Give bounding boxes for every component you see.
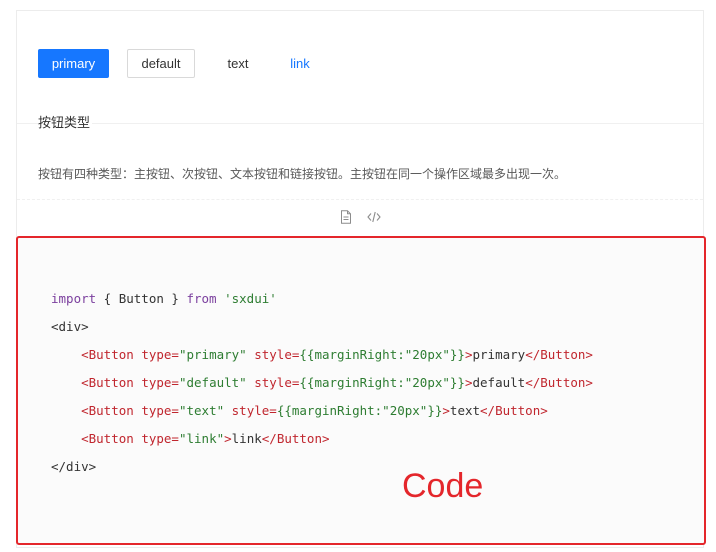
- code-token: >: [464, 375, 473, 390]
- code-token: type=: [141, 403, 179, 418]
- code-token: from: [186, 291, 217, 306]
- code-token: style=: [254, 347, 300, 362]
- demo-title: 按钮类型: [38, 116, 93, 132]
- code-token: <div>: [51, 319, 89, 334]
- code-token: <Button: [81, 375, 134, 390]
- text-button[interactable]: text: [213, 49, 263, 78]
- code-token: "primary": [178, 347, 247, 362]
- code-token: "link": [178, 431, 225, 446]
- code-token: {{marginRight:"20px"}}: [299, 375, 465, 390]
- code-token: >: [442, 403, 450, 418]
- code-token: <Button: [81, 347, 134, 362]
- code-token: type=: [141, 347, 179, 362]
- code-token: </Button>: [480, 403, 548, 418]
- demo-actions: [17, 199, 703, 234]
- code-token: primary: [472, 347, 526, 362]
- code-token: {{marginRight:"20px"}}: [276, 403, 443, 418]
- code-token: </div>: [51, 459, 97, 474]
- demo-description: 按钮有四种类型：主按钮、次按钮、文本按钮和链接按钮。主按钮在同一个操作区域最多出…: [38, 167, 567, 181]
- code-token: text: [449, 403, 481, 418]
- link-button[interactable]: link: [280, 49, 320, 78]
- code-token: </Button>: [261, 431, 330, 446]
- code-token: </Button>: [525, 375, 593, 390]
- code-line: <Button type="link">link</Button>: [51, 425, 593, 453]
- code-token: <Button: [81, 403, 134, 418]
- code-token: "text": [178, 403, 225, 418]
- code-line: <div>: [51, 313, 593, 341]
- code-token: <Button: [81, 431, 134, 446]
- code-token: >: [224, 431, 232, 446]
- code-token: link: [231, 431, 262, 446]
- code-token: import: [51, 291, 97, 306]
- demo-meta: 按钮类型 按钮有四种类型：主按钮、次按钮、文本按钮和链接按钮。主按钮在同一个操作…: [17, 116, 703, 181]
- primary-button[interactable]: primary: [38, 49, 109, 78]
- code-line: </div>: [51, 453, 593, 481]
- button-row: primary default text link: [38, 49, 320, 78]
- code-token: "default": [178, 375, 247, 390]
- demo-preview: primary default text link: [17, 11, 703, 123]
- code-line: <Button type="primary" style={{marginRig…: [51, 341, 593, 369]
- code-token: </Button>: [525, 347, 593, 362]
- page: primary default text link 按钮类型 按钮有四种类型：主…: [0, 0, 716, 552]
- code-panel: import { Button } from 'sxdui' <div> <But…: [16, 236, 706, 545]
- code-icon[interactable]: [366, 209, 382, 225]
- code-token: type=: [141, 431, 179, 446]
- code-annotation-label: Code: [402, 467, 484, 505]
- demo-card: primary default text link 按钮类型 按钮有四种类型：主…: [16, 10, 706, 548]
- default-button[interactable]: default: [127, 49, 195, 78]
- file-icon[interactable]: [338, 209, 354, 225]
- code-token: style=: [231, 403, 277, 418]
- code-block: import { Button } from 'sxdui' <div> <But…: [51, 285, 593, 481]
- code-token: default: [472, 375, 526, 390]
- code-token: { Button }: [96, 291, 187, 306]
- code-line: <Button type="text" style={{marginRight:…: [51, 397, 593, 425]
- code-token: type=: [141, 375, 179, 390]
- code-line: import { Button } from 'sxdui': [51, 285, 593, 313]
- code-token: 'sxdui': [224, 291, 277, 306]
- code-line: <Button type="default" style={{marginRig…: [51, 369, 593, 397]
- code-token: {{marginRight:"20px"}}: [299, 347, 465, 362]
- code-token: style=: [254, 375, 300, 390]
- code-token: >: [464, 347, 473, 362]
